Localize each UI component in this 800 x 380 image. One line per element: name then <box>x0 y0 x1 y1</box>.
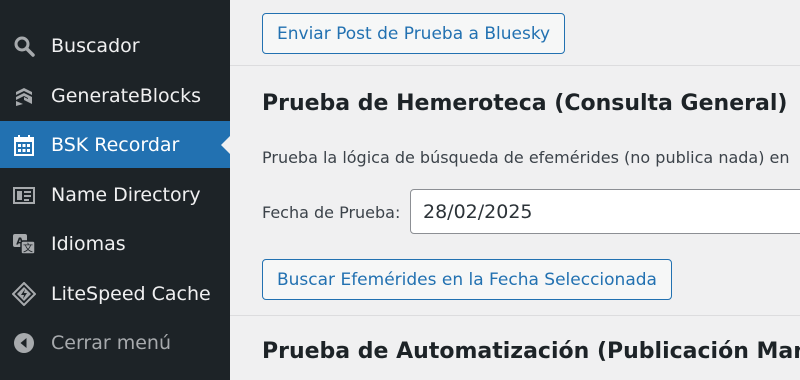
collapse-arrow-icon <box>10 329 38 357</box>
automation-section-title: Prueba de Automatización (Publicación Ma… <box>262 339 800 364</box>
collapse-menu-button[interactable]: Cerrar menú <box>0 319 230 366</box>
section-divider <box>230 315 800 316</box>
sidebar-item-label: Idiomas <box>51 232 126 255</box>
main-content: Enviar Post de Prueba a Bluesky Prueba d… <box>230 0 800 380</box>
generateblocks-icon <box>10 82 38 110</box>
search-ephemerides-button[interactable]: Buscar Efemérides en la Fecha Selecciona… <box>262 259 672 300</box>
calendar-icon <box>10 131 38 159</box>
archive-section-description: Prueba la lógica de búsqueda de efemérid… <box>262 148 790 167</box>
test-date-input[interactable] <box>410 189 800 234</box>
sidebar-item-litespeed-cache[interactable]: LiteSpeed Cache <box>0 270 230 317</box>
svg-text:文: 文 <box>23 241 33 254</box>
search-icon <box>10 32 38 60</box>
sidebar-item-generateblocks[interactable]: GenerateBlocks <box>0 72 230 119</box>
sidebar-item-label: GenerateBlocks <box>51 84 202 107</box>
sidebar-item-bsk-recordar[interactable]: BSK Recordar <box>0 121 230 168</box>
collapse-menu-label: Cerrar menú <box>51 331 172 354</box>
send-test-post-button[interactable]: Enviar Post de Prueba a Bluesky <box>262 13 566 54</box>
admin-sidebar: Buscador GenerateBlocks BSK Recordar Nam… <box>0 0 230 380</box>
archive-section-title: Prueba de Hemeroteca (Consulta General) <box>262 91 788 116</box>
sidebar-item-buscador[interactable]: Buscador <box>0 22 230 69</box>
test-date-label: Fecha de Prueba: <box>262 203 401 222</box>
translate-icon: A文 <box>10 230 38 258</box>
sidebar-item-label: Buscador <box>51 34 140 57</box>
sidebar-item-label: BSK Recordar <box>51 133 180 156</box>
sidebar-item-label: LiteSpeed Cache <box>51 282 211 305</box>
sidebar-item-label: Name Directory <box>51 183 201 206</box>
litespeed-icon <box>10 280 38 308</box>
section-divider <box>230 65 800 66</box>
sidebar-item-name-directory[interactable]: Name Directory <box>0 171 230 218</box>
sidebar-item-idiomas[interactable]: A文 Idiomas <box>0 220 230 267</box>
directory-icon <box>10 181 38 209</box>
